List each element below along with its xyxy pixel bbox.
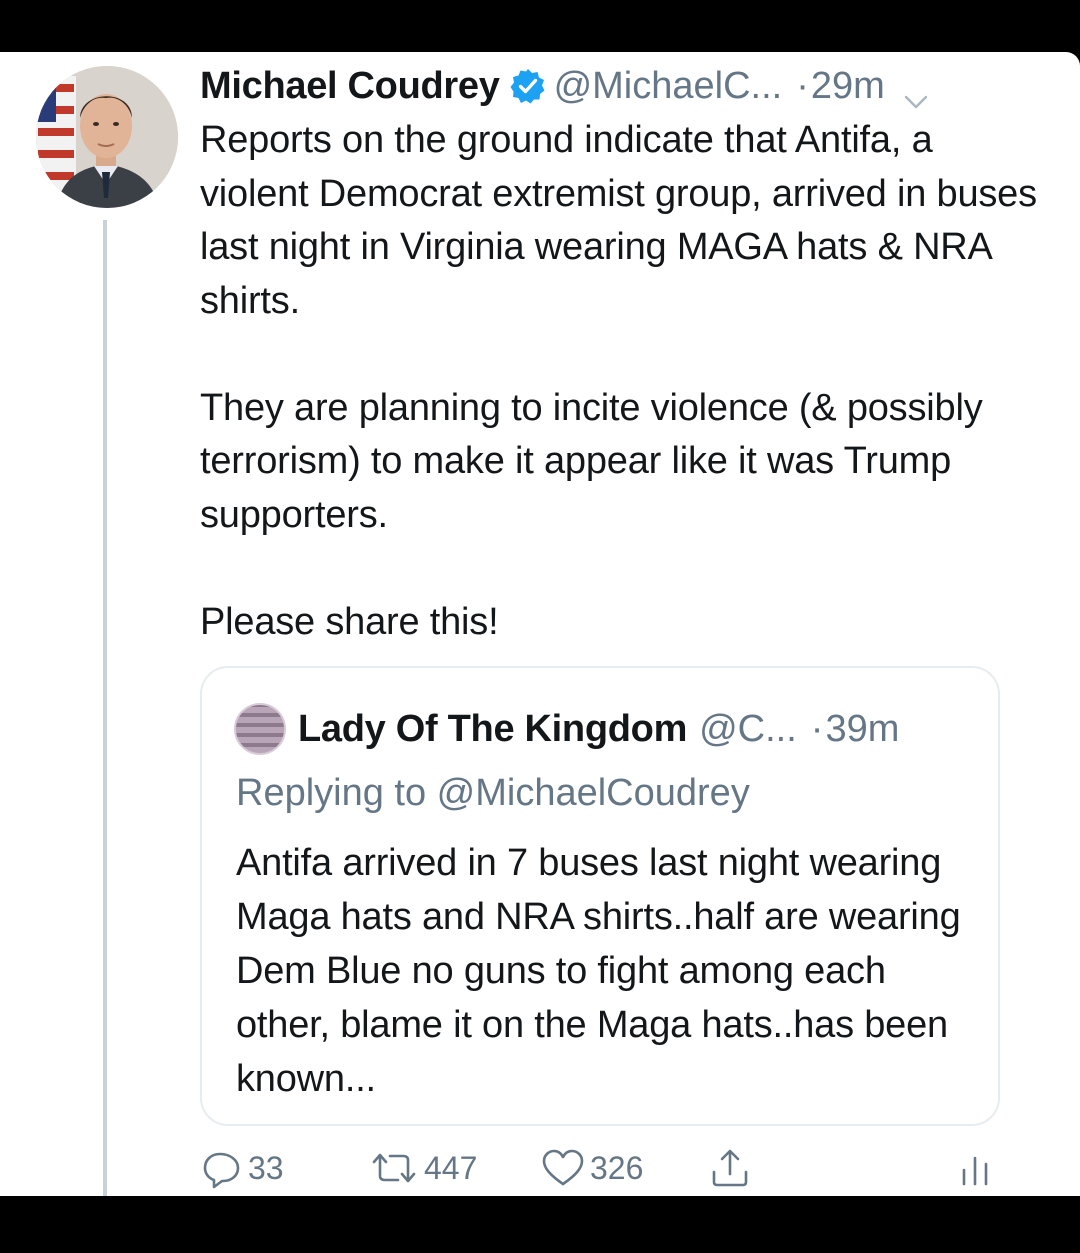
tweet-paragraph: Reports on the ground indicate that Anti… (200, 119, 1037, 322)
retweet-icon (368, 1146, 420, 1190)
quoted-author-avatar[interactable] (234, 703, 286, 755)
tweet-header: Michael Coudrey @MichaelC... · 29m (200, 62, 1020, 110)
quoted-tweet-header: Lady Of The Kingdom @C... · 39m (234, 702, 974, 756)
like-button[interactable]: 326 (540, 1146, 643, 1190)
tweet-body: Reports on the ground indicate that Anti… (200, 114, 1040, 649)
analytics-button[interactable] (958, 1146, 992, 1190)
tweet-actions-bar: 33 447 326 (200, 1146, 1000, 1190)
author-handle[interactable]: @MichaelC... (554, 62, 783, 110)
time-separator: · (796, 65, 809, 107)
share-icon (708, 1146, 752, 1190)
time-separator: · (810, 707, 824, 750)
verified-badge-icon (510, 68, 546, 104)
top-letterbox-bar (0, 0, 1080, 52)
tweet-paragraph: They are planning to incite violence (& … (200, 386, 983, 536)
quoted-author-handle[interactable]: @C... (699, 708, 797, 751)
chevron-down-icon[interactable] (901, 76, 931, 109)
retweet-count: 447 (424, 1149, 478, 1186)
reply-button[interactable]: 33 (200, 1146, 284, 1190)
quoted-tweet-body: Antifa arrived in 7 buses last night wea… (236, 842, 961, 1100)
quoted-tweet-timestamp[interactable]: 39m (825, 708, 899, 751)
analytics-icon (958, 1146, 992, 1190)
like-icon (540, 1146, 586, 1190)
reply-count: 33 (248, 1149, 284, 1186)
tweet-card[interactable]: Michael Coudrey @MichaelC... · 29m Repor… (0, 52, 1080, 1196)
bottom-letterbox-bar (0, 1196, 1080, 1253)
author-avatar[interactable] (36, 66, 178, 208)
quoted-author-name[interactable]: Lady Of The Kingdom (298, 708, 687, 751)
retweet-button[interactable]: 447 (368, 1146, 477, 1190)
tweet-timestamp[interactable]: 29m (811, 62, 885, 110)
tweet-paragraph: Please share this! (200, 600, 499, 643)
reply-icon (200, 1146, 244, 1190)
quoted-tweet-card[interactable]: Lady Of The Kingdom @C... · 39m Replying… (200, 666, 1000, 1126)
like-count: 326 (590, 1149, 644, 1186)
author-name[interactable]: Michael Coudrey (200, 62, 500, 110)
thread-line (103, 220, 107, 1196)
replying-to-label[interactable]: Replying to @MichaelCoudrey (236, 772, 750, 815)
share-button[interactable] (708, 1146, 752, 1190)
